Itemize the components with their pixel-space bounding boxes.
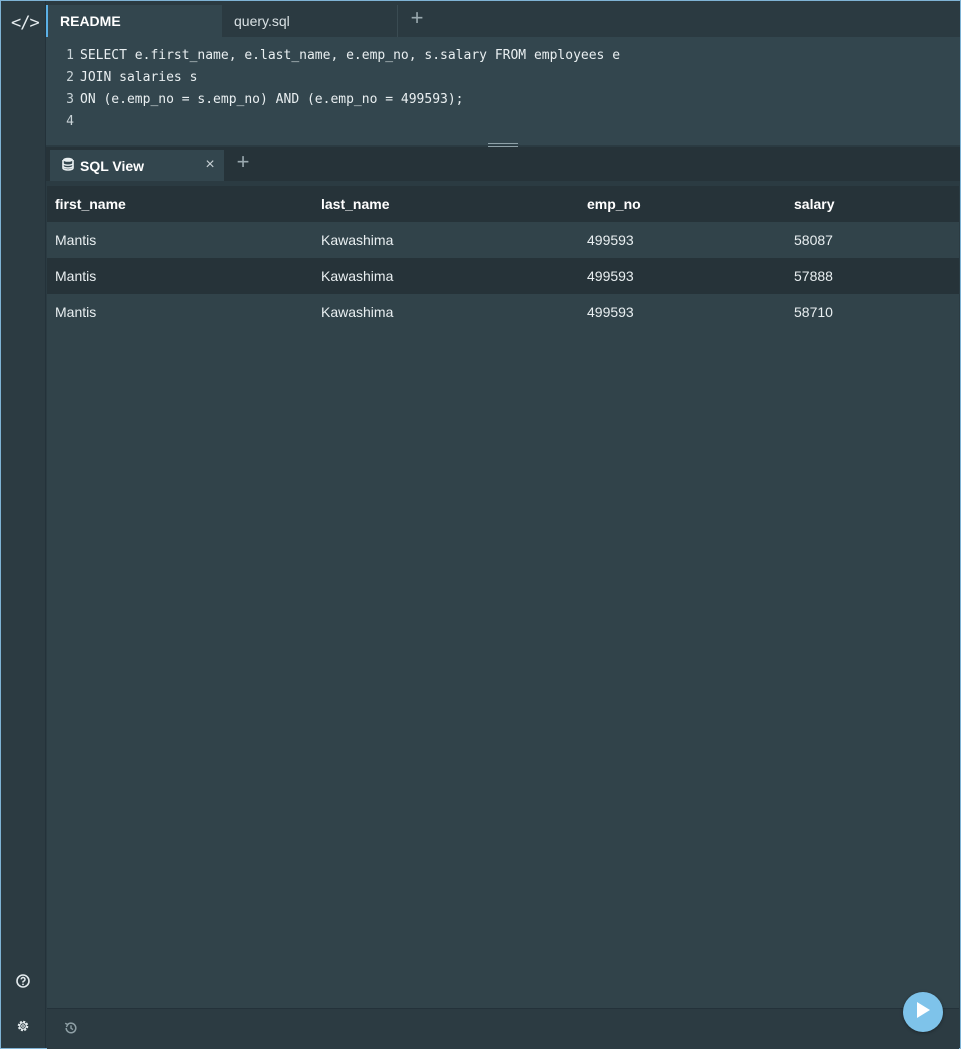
results-grid: first_name last_name emp_no salary Manti… xyxy=(47,186,959,1008)
editor-tab-bar: README query.sql + xyxy=(46,1,960,37)
line-number: 2 xyxy=(66,70,74,85)
run-query-button[interactable] xyxy=(903,992,943,1032)
line-number: 3 xyxy=(66,92,74,107)
line-number: 1 xyxy=(66,48,74,63)
tab-query-sql[interactable]: query.sql xyxy=(222,5,398,37)
table-row[interactable]: Mantis Kawashima 499593 57888 xyxy=(47,258,959,294)
column-header[interactable]: salary xyxy=(786,186,959,222)
column-header[interactable]: first_name xyxy=(47,186,313,222)
line-number: 4 xyxy=(66,114,74,129)
results-tab-bar: SQL View × + xyxy=(46,147,960,181)
table-cell: Kawashima xyxy=(321,268,394,284)
left-rail: </> xyxy=(1,1,46,1048)
close-icon[interactable]: × xyxy=(202,157,218,173)
column-header[interactable]: emp_no xyxy=(579,186,786,222)
tab-sql-view-label: SQL View xyxy=(80,157,145,174)
play-icon xyxy=(914,1000,932,1025)
table-cell: 57888 xyxy=(794,268,833,284)
tab-readme[interactable]: README xyxy=(46,5,224,37)
database-icon xyxy=(62,157,74,174)
table-cell: 58710 xyxy=(794,304,833,320)
table-cell: Kawashima xyxy=(321,232,394,248)
table-cell: Kawashima xyxy=(321,304,394,320)
table-cell: Mantis xyxy=(55,268,97,284)
results-table: first_name last_name emp_no salary Manti… xyxy=(47,186,959,330)
code-editor[interactable]: 1 SELECT e.first_name, e.last_name, e.emp… xyxy=(46,37,960,145)
table-row[interactable]: Mantis Kawashima 499593 58710 xyxy=(47,294,959,330)
column-header[interactable]: last_name xyxy=(313,186,579,222)
tab-sql-view[interactable]: SQL View × xyxy=(50,150,224,181)
code-text: ON (e.emp_no = s.emp_no) AND (e.emp_no =… xyxy=(80,92,464,107)
add-editor-tab-button[interactable]: + xyxy=(406,7,428,29)
help-circle-icon[interactable] xyxy=(15,973,31,989)
gear-icon[interactable] xyxy=(15,1018,31,1034)
table-cell: 58087 xyxy=(794,232,833,248)
table-cell: 499593 xyxy=(587,268,634,284)
add-results-tab-button[interactable]: + xyxy=(232,151,254,173)
code-line: 1 SELECT e.first_name, e.last_name, e.emp… xyxy=(46,45,620,67)
code-line: 2 JOIN salaries s xyxy=(46,67,197,89)
code-brackets-icon[interactable]: </> xyxy=(11,11,40,35)
table-cell: 499593 xyxy=(587,232,634,248)
table-header-row: first_name last_name emp_no salary xyxy=(47,186,959,222)
code-text: JOIN salaries s xyxy=(80,70,198,85)
code-text: SELECT e.first_name, e.last_name, e.emp_… xyxy=(80,48,621,63)
table-cell: Mantis xyxy=(55,232,97,248)
table-cell: 499593 xyxy=(587,304,634,320)
table-row[interactable]: Mantis Kawashima 499593 58087 xyxy=(47,222,959,258)
status-bar xyxy=(47,992,959,1049)
code-line: 4 xyxy=(46,111,80,133)
code-line: 3 ON (e.emp_no = s.emp_no) AND (e.emp_no … xyxy=(46,89,464,111)
table-cell: Mantis xyxy=(55,304,97,320)
history-icon[interactable] xyxy=(63,1020,79,1036)
